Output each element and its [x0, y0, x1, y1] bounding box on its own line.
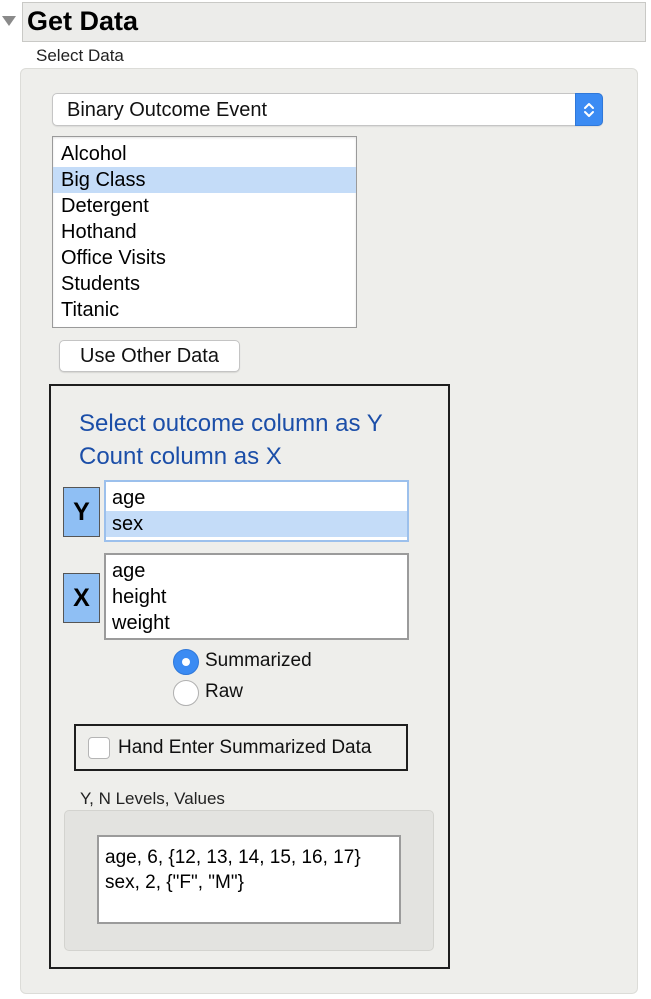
summarized-label: Summarized [205, 650, 312, 671]
outline-header: Get Data [0, 0, 651, 44]
list-item[interactable]: Detergent [53, 193, 356, 219]
list-item[interactable]: sex [106, 511, 407, 537]
list-item[interactable]: Office Visits [53, 245, 356, 271]
hand-enter-box: Hand Enter Summarized Data [74, 724, 408, 771]
section-label: Select Data [36, 46, 124, 65]
example-dropdown[interactable]: Binary Outcome Event [52, 93, 603, 126]
raw-radio[interactable] [173, 680, 199, 706]
summarized-radio[interactable] [173, 649, 199, 675]
data-table-list[interactable]: Alcohol Big Class Detergent Hothand Offi… [52, 136, 357, 328]
levels-line: age, 6, {12, 13, 14, 15, 16, 17} [105, 847, 361, 868]
page-title: Get Data [27, 6, 139, 36]
chevron-updown-icon[interactable] [575, 93, 603, 126]
list-item[interactable]: Titanic [53, 297, 356, 323]
list-item[interactable]: weight [106, 610, 407, 636]
levels-text-box: age, 6, {12, 13, 14, 15, 16, 17} sex, 2,… [97, 835, 401, 924]
levels-label: Y, N Levels, Values [80, 789, 225, 808]
hand-enter-label: Hand Enter Summarized Data [118, 737, 372, 758]
list-item[interactable]: age [106, 558, 407, 584]
list-item[interactable]: age [106, 485, 407, 511]
list-item[interactable]: Students [53, 271, 356, 297]
disclosure-triangle-icon[interactable] [2, 16, 16, 26]
instruction-text: Select outcome column as Y [79, 410, 383, 437]
list-item[interactable]: Big Class [53, 167, 356, 193]
y-role-button[interactable]: Y [63, 487, 100, 537]
y-column-list[interactable]: age sex [104, 480, 409, 542]
list-item[interactable]: Hothand [53, 219, 356, 245]
dropdown-value: Binary Outcome Event [67, 99, 268, 121]
hand-enter-checkbox[interactable] [88, 737, 110, 759]
levels-line: sex, 2, {"F", "M"} [105, 872, 244, 893]
use-other-data-button[interactable]: Use Other Data [59, 340, 240, 372]
list-item[interactable]: Alcohol [53, 141, 356, 167]
list-item[interactable]: height [106, 584, 407, 610]
x-column-list[interactable]: age height weight [104, 553, 409, 640]
instruction-text: Count column as X [79, 443, 282, 470]
title-bar[interactable]: Get Data [22, 2, 646, 42]
raw-label: Raw [205, 681, 244, 702]
x-role-button[interactable]: X [63, 573, 100, 623]
